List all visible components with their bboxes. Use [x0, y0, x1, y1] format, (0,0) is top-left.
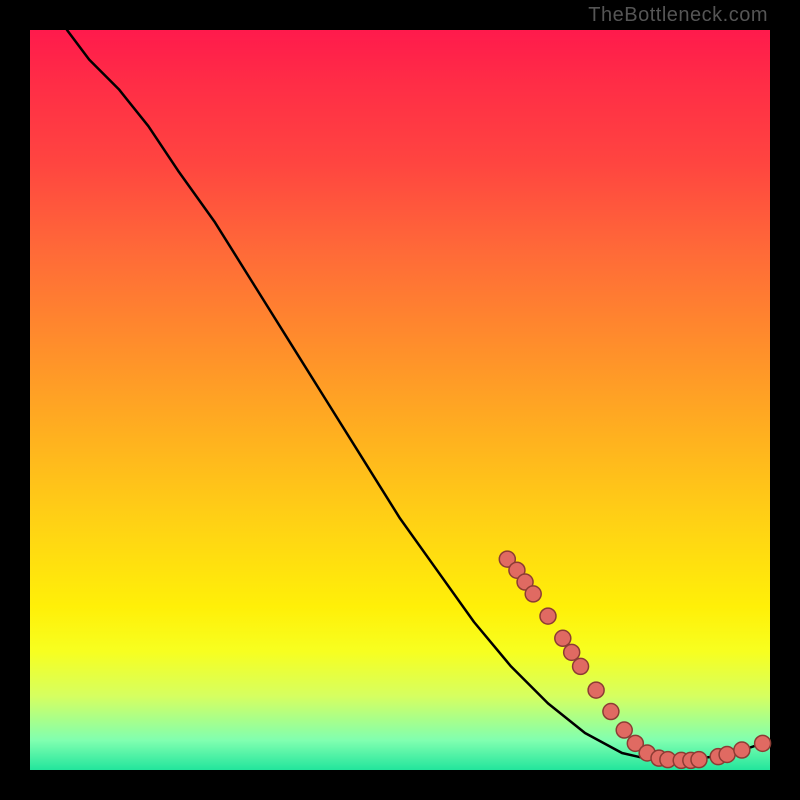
- data-marker: [734, 742, 750, 758]
- data-marker: [540, 608, 556, 624]
- data-marker: [573, 658, 589, 674]
- chart-overlay: [30, 30, 770, 770]
- data-marker: [603, 704, 619, 720]
- attribution-label: TheBottleneck.com: [588, 4, 768, 27]
- data-marker: [525, 586, 541, 602]
- data-marker: [616, 722, 632, 738]
- chart-container: TheBottleneck.com: [0, 0, 800, 800]
- data-marker: [719, 746, 735, 762]
- data-marker: [564, 644, 580, 660]
- data-marker: [691, 752, 707, 768]
- data-marker: [555, 630, 571, 646]
- data-marker: [588, 682, 604, 698]
- data-marker: [755, 735, 771, 751]
- curve-line: [67, 30, 763, 760]
- marker-group: [499, 551, 770, 768]
